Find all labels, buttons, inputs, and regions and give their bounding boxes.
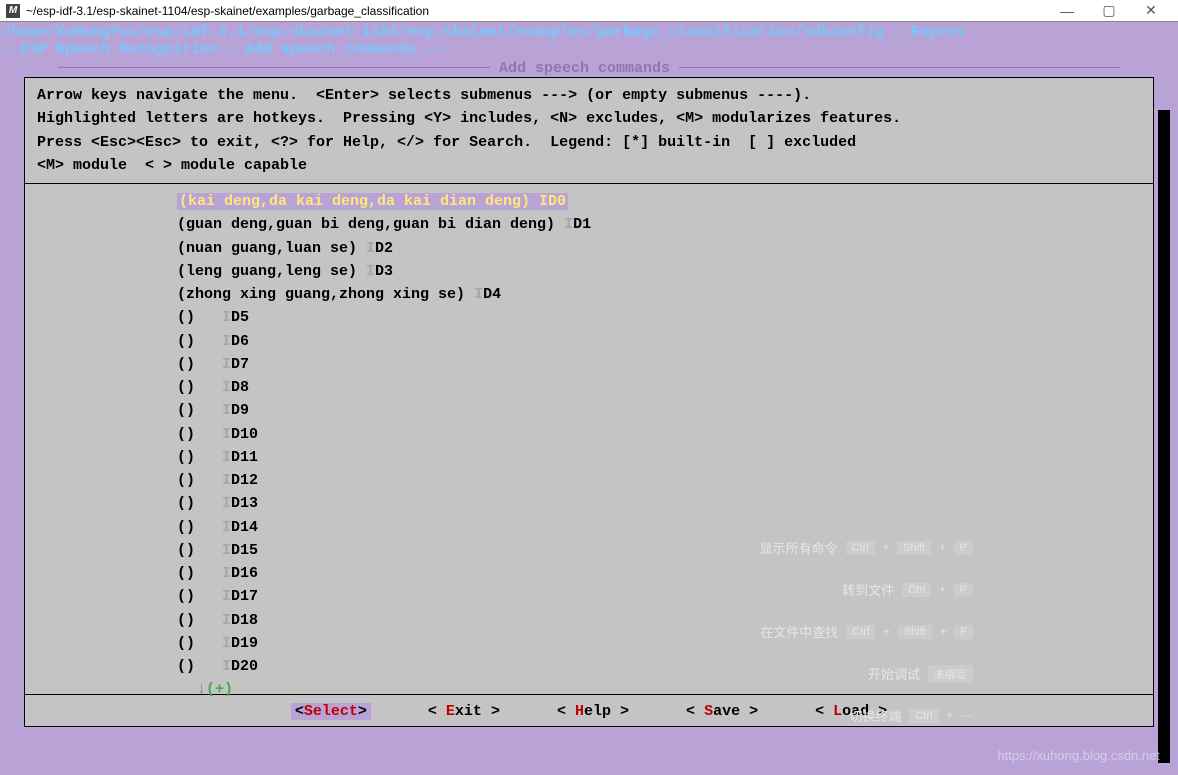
select-button[interactable]: <Select> xyxy=(291,703,371,720)
menu-item[interactable]: () ID7 xyxy=(37,353,1141,376)
watermark: https://xuhong.blog.csdn.net xyxy=(997,748,1160,763)
menu-item[interactable]: () ID16 xyxy=(37,562,1141,585)
menu-item[interactable]: () ID20 xyxy=(37,655,1141,678)
window-titlebar: M ~/esp-idf-3.1/esp-skainet-1104/esp-ska… xyxy=(0,0,1178,22)
menu-item[interactable]: () ID14 xyxy=(37,516,1141,539)
vertical-scrollbar[interactable] xyxy=(1158,110,1170,763)
menu-item[interactable]: (zhong xing guang,zhong xing se) ID4 xyxy=(37,283,1141,306)
window-title: ~/esp-idf-3.1/esp-skainet-1104/esp-skain… xyxy=(26,4,429,18)
menu-item[interactable]: () ID15 xyxy=(37,539,1141,562)
menu-item[interactable]: (guan deng,guan bi deng,guan bi dian den… xyxy=(37,213,1141,236)
terminal-area: /home/XuHongYss/esp-idf-3.1/esp-skainet-… xyxy=(0,22,1178,775)
menu-item[interactable]: () ID10 xyxy=(37,423,1141,446)
close-button[interactable]: ✕ xyxy=(1130,2,1172,19)
save-button[interactable]: < Save > xyxy=(686,703,758,720)
help-text: Arrow keys navigate the menu. <Enter> se… xyxy=(24,77,1154,183)
breadcrumb: → ESP Speech Recognition → Add speech co… xyxy=(0,41,1178,58)
menu-item[interactable]: () ID13 xyxy=(37,492,1141,515)
help-button[interactable]: < Help > xyxy=(557,703,629,720)
menu-item[interactable]: () ID19 xyxy=(37,632,1141,655)
menu-item[interactable]: (kai deng,da kai deng,da kai dian deng) … xyxy=(37,190,1141,213)
overlay-hint: 显示所有命令Ctrl+Shift+P xyxy=(760,538,973,557)
overlay-hint: 在文件中查找Ctrl+Shift+F xyxy=(760,622,973,641)
menu-item[interactable]: () ID6 xyxy=(37,330,1141,353)
menu-item[interactable]: () ID12 xyxy=(37,469,1141,492)
menu-item[interactable]: () ID11 xyxy=(37,446,1141,469)
app-icon: M xyxy=(6,4,20,18)
menu-item[interactable]: () ID9 xyxy=(37,399,1141,422)
menu-list[interactable]: (kai deng,da kai deng,da kai dian deng) … xyxy=(24,183,1154,695)
menu-item[interactable]: () ID5 xyxy=(37,306,1141,329)
maximize-button[interactable]: ▢ xyxy=(1088,2,1130,19)
menu-item[interactable]: (nuan guang,luan se) ID2 xyxy=(37,237,1141,260)
minimize-button[interactable]: — xyxy=(1046,3,1088,19)
menu-item[interactable]: () ID17 xyxy=(37,585,1141,608)
more-indicator: ↓(+) xyxy=(37,678,1141,701)
config-path: /home/XuHongYss/esp-idf-3.1/esp-skainet-… xyxy=(0,22,1178,41)
menu-item[interactable]: () ID8 xyxy=(37,376,1141,399)
menu-item[interactable]: () ID18 xyxy=(37,609,1141,632)
exit-button[interactable]: < Exit > xyxy=(428,703,500,720)
overlay-hint: 开始调试未绑定 xyxy=(868,664,973,683)
menu-title: ────────────────────────────────────────… xyxy=(0,58,1178,77)
overlay-hint: 转到文件Ctrl+P xyxy=(842,580,973,599)
menu-item[interactable]: (leng guang,leng se) ID3 xyxy=(37,260,1141,283)
overlay-hint: 切换终端Ctrl+ xyxy=(849,706,973,725)
